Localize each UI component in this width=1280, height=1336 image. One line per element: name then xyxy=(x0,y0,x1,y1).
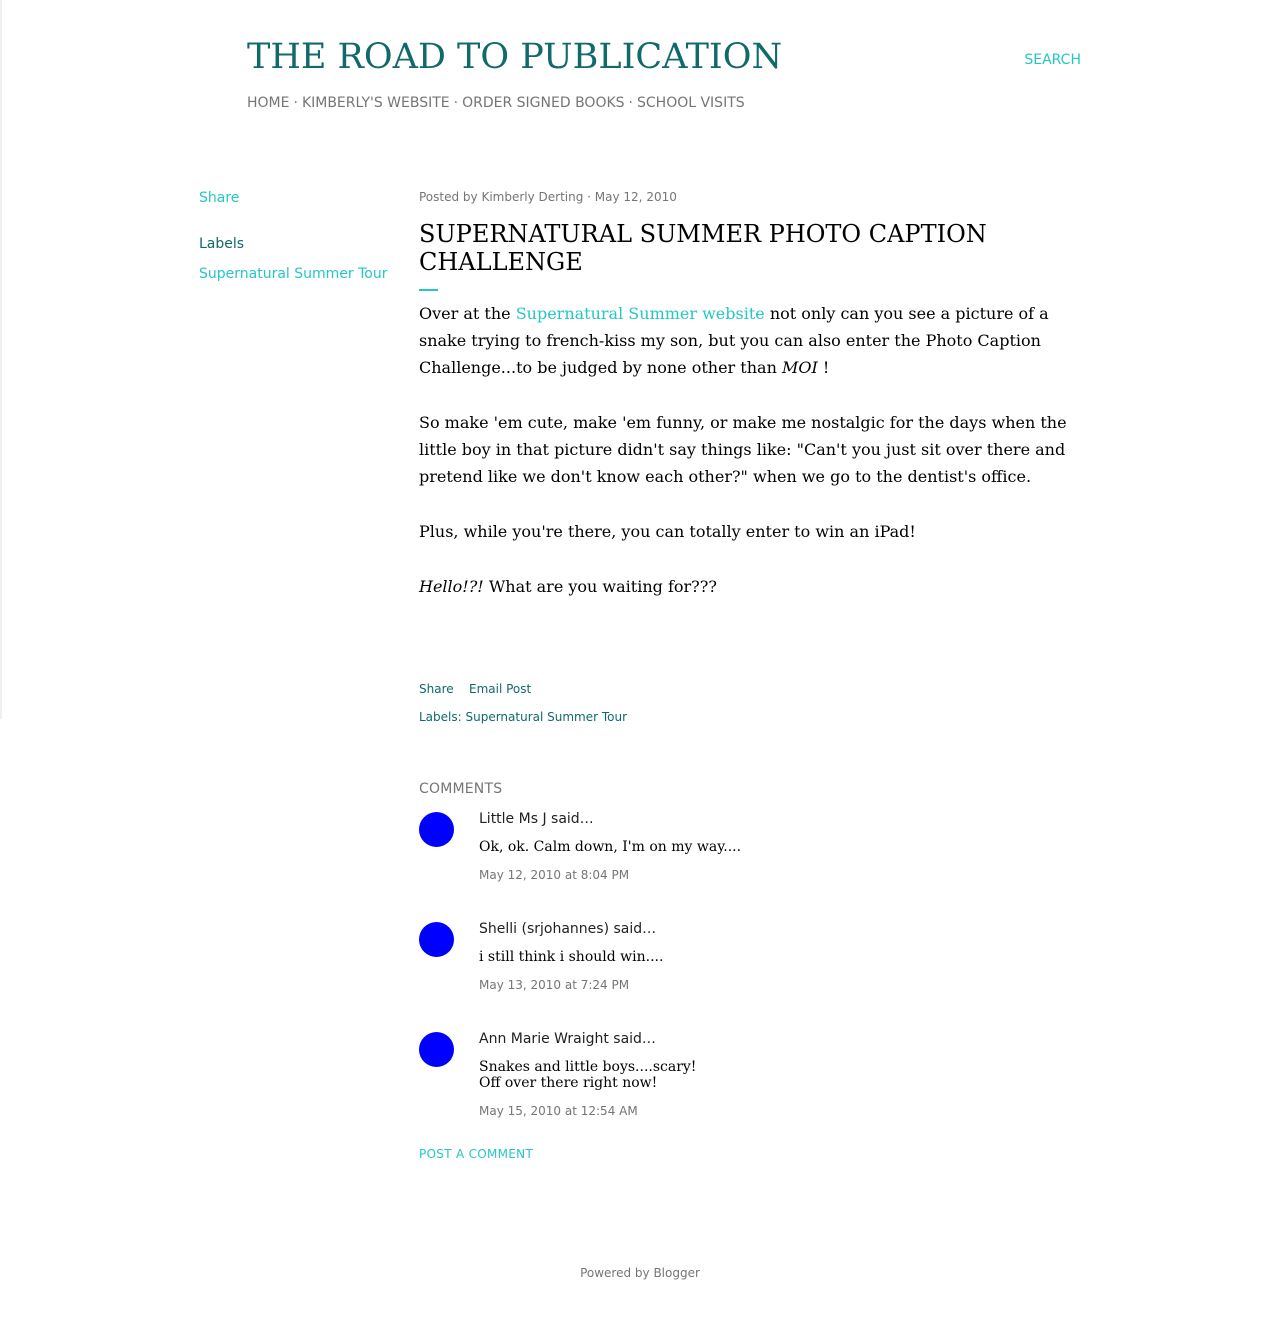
search-button[interactable]: SEARCH xyxy=(1024,52,1081,68)
comment-author[interactable]: Ann Marie Wraight said… xyxy=(479,1031,656,1047)
post-emphasis: MOI xyxy=(781,358,818,377)
nav-separator: · xyxy=(293,95,298,111)
comment-text: Ok, ok. Calm down, I'm on my way.... xyxy=(479,839,1039,855)
comment-text: i still think i should win.... xyxy=(479,949,1039,965)
nav-order-signed-books[interactable]: ORDER SIGNED BOOKS xyxy=(462,95,624,111)
sidebar-share-link[interactable]: Share xyxy=(199,190,239,206)
page-footer: Powered by Blogger xyxy=(0,1266,1280,1280)
post-labels-link[interactable]: Labels: Supernatural Summer Tour xyxy=(419,710,627,724)
nav-separator: · xyxy=(453,95,459,111)
post-paragraph-4: Hello!?! What are you waiting for??? xyxy=(419,573,1069,600)
post-body: Over at the Supernatural Summer website … xyxy=(419,300,1069,628)
nav-kimberlys-website[interactable]: KIMBERLY'S WEBSITE xyxy=(302,95,450,111)
sidebar-label-supernatural-summer-tour[interactable]: Supernatural Summer Tour xyxy=(199,266,387,282)
comment-text: Snakes and little boys....scary! Off ove… xyxy=(479,1059,1039,1091)
post-emphasis: Hello!?! xyxy=(419,577,484,596)
nav-separator: · xyxy=(628,95,633,111)
nav-school-visits[interactable]: SCHOOL VISITS xyxy=(637,95,745,111)
post-paragraph-2: So make 'em cute, make 'em funny, or mak… xyxy=(419,413,1067,486)
post-share-link[interactable]: Share xyxy=(419,682,454,696)
comment-date[interactable]: May 13, 2010 at 7:24 PM xyxy=(479,978,629,992)
comments-heading: COMMENTS xyxy=(419,781,503,797)
sidebar-labels-heading: Labels xyxy=(199,236,245,252)
avatar[interactable] xyxy=(419,812,454,847)
post-byline: Posted by Kimberly Derting · May 12, 201… xyxy=(419,190,677,204)
comment-line: Snakes and little boys....scary! xyxy=(479,1059,697,1075)
email-post-link[interactable]: Email Post xyxy=(469,682,531,696)
supernatural-summer-website-link[interactable]: Supernatural Summer website xyxy=(516,304,765,323)
comment-line: Ok, ok. Calm down, I'm on my way.... xyxy=(479,839,742,855)
comment-date[interactable]: May 15, 2010 at 12:54 AM xyxy=(479,1104,638,1118)
comment-author[interactable]: Shelli (srjohannes) said… xyxy=(479,921,656,937)
top-nav: HOME · KIMBERLY'S WEBSITE · ORDER SIGNED BOO… xyxy=(247,95,745,111)
post-text: Over at the xyxy=(419,304,516,323)
left-edge-rule xyxy=(0,0,2,719)
post-paragraph-3: Plus, while you're there, you can totall… xyxy=(419,522,916,541)
title-underline xyxy=(419,289,438,291)
post-a-comment-button[interactable]: POST A COMMENT xyxy=(419,1147,533,1161)
avatar[interactable] xyxy=(419,1032,454,1067)
comment-line: i still think i should win.... xyxy=(479,949,664,965)
comment-line: Off over there right now! xyxy=(479,1075,658,1091)
powered-by-blogger-link[interactable]: Powered by Blogger xyxy=(580,1266,700,1280)
avatar[interactable] xyxy=(419,922,454,957)
nav-home[interactable]: HOME xyxy=(247,95,289,111)
comment-date[interactable]: May 12, 2010 at 8:04 PM xyxy=(479,868,629,882)
site-title[interactable]: THE ROAD TO PUBLICATION xyxy=(247,36,782,78)
post-text: ! xyxy=(817,358,830,377)
post-text: What are you waiting for??? xyxy=(483,577,717,596)
comment-author[interactable]: Little Ms J said… xyxy=(479,811,594,827)
post-title: SUPERNATURAL SUMMER PHOTO CAPTION CHALLE… xyxy=(419,220,987,276)
post-paragraph-1: Over at the Supernatural Summer website … xyxy=(419,300,1069,381)
